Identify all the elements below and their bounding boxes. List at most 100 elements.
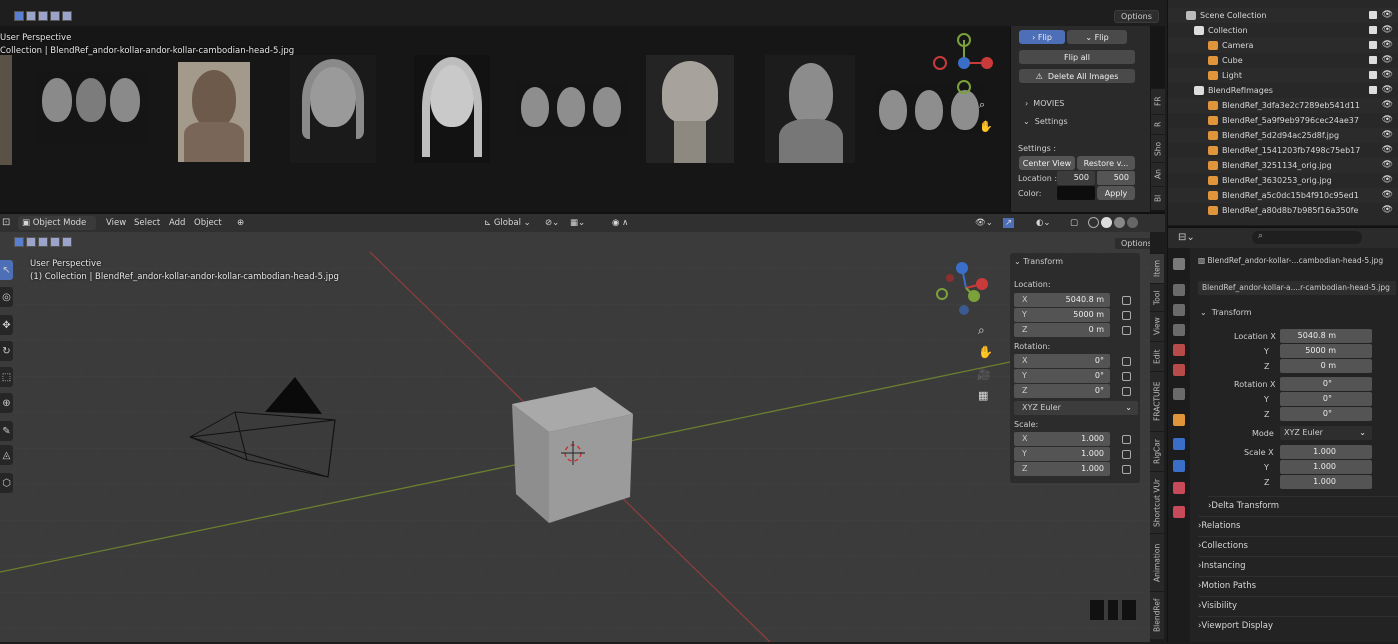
transform-panel-header[interactable]: ⌄ Transform [1014,257,1063,266]
object-name-field[interactable]: BlendRef_andor-kollar-a....r-cambodian-h… [1198,281,1396,295]
select-subtract-icon[interactable] [38,237,48,247]
properties-section[interactable]: › Visibility [1198,596,1398,614]
snap-icon[interactable]: ▦⌄ [570,218,585,228]
3d-viewport[interactable]: User Perspective (1) Collection | BlendR… [0,232,1150,642]
proportional-edit-icon[interactable]: ◉ ∧ [612,218,628,228]
rotation-mode-dropdown[interactable]: XYZ Euler ⌄ [1280,426,1372,440]
select-box-icon[interactable] [14,11,24,21]
gizmo-z-axis[interactable] [958,57,970,69]
restore-view-button[interactable]: Restore v... [1077,156,1135,170]
scale-y-field[interactable]: Y 1.000 [1014,447,1110,461]
menu-select[interactable]: Select [134,218,160,228]
select-invert-icon[interactable] [50,237,60,247]
gizmo-neg-z-axis[interactable] [959,305,969,315]
visibility-eye-icon[interactable]: 👁 [1382,145,1393,155]
pan-hand-icon[interactable]: ✋ [978,345,993,359]
gizmo-neg-x-axis[interactable] [933,56,947,70]
editor-type-icon[interactable]: ⊡ [2,217,10,228]
reference-image[interactable] [290,55,376,163]
select-subtract-icon[interactable] [38,11,48,21]
reference-image[interactable] [646,55,734,163]
lock-icon[interactable] [1122,450,1131,459]
visibility-eye-icon[interactable]: 👁 [1382,100,1393,110]
exclude-checkbox[interactable] [1369,56,1377,64]
gizmo-neg-y-axis[interactable] [957,80,971,94]
collection-tab-icon[interactable] [1173,388,1185,400]
scale-z-field[interactable]: 1.000 [1280,475,1372,489]
flip-vertical-button[interactable]: ⌄ Flip [1067,30,1127,44]
tab-view[interactable]: View [1150,311,1164,341]
flip-button[interactable]: › Flip [1019,30,1065,44]
visibility-eye-icon[interactable]: 👁 [1382,55,1393,65]
location-x-field[interactable]: 5040.8 m [1280,329,1372,343]
movies-section[interactable]: › MOVIES [1025,99,1064,108]
select-invert-icon[interactable] [50,11,60,21]
rotation-mode-dropdown[interactable]: XYZ Euler ⌄ [1014,401,1138,415]
outliner-row[interactable]: BlendRefImages 👁 [1168,83,1398,98]
properties-search-input[interactable]: ⌕ [1252,231,1362,244]
outliner-row[interactable]: Collection 👁 [1168,23,1398,38]
lock-icon[interactable] [1122,465,1131,474]
lock-icon[interactable] [1122,387,1131,396]
visibility-eye-icon[interactable]: 👁 [1382,190,1393,200]
solid-shading-icon[interactable] [1101,217,1112,228]
reference-viewport[interactable]: Options User Perspective Collection | Bl… [0,0,1165,212]
outliner-row[interactable]: BlendRef_5a9f9eb9796cec24ae37 👁 [1168,113,1398,128]
tab-animation[interactable]: Animation [1150,533,1164,591]
outliner-row[interactable]: Scene Collection 👁 [1168,8,1398,23]
outliner-row[interactable]: BlendRef_1541203fb7498c75eb17 👁 [1168,143,1398,158]
reference-image[interactable] [517,83,627,135]
location-x-field[interactable]: 500 [1057,171,1095,185]
location-z-field[interactable]: 0 m [1280,359,1372,373]
tab-bl[interactable]: Bl [1151,186,1165,210]
options-button[interactable]: Options [1114,10,1159,23]
outliner-row[interactable]: BlendRef_a5c0dc15b4f910c95ed1 👁 [1168,188,1398,203]
tab-item[interactable]: Item [1150,253,1164,283]
exclude-checkbox[interactable] [1369,26,1377,34]
navigation-gizmo[interactable] [930,258,1000,318]
outliner-row[interactable]: BlendRef_3630253_orig.jpg 👁 [1168,173,1398,188]
settings-section[interactable]: ⌄ Settings [1023,117,1068,126]
zoom-icon[interactable]: ⌕ [979,98,985,112]
properties-section[interactable]: › Collections [1198,536,1398,554]
visibility-eye-icon[interactable]: 👁 [1382,70,1393,80]
output-tab-icon[interactable] [1173,304,1185,316]
visibility-eye-icon[interactable]: 👁 [1382,205,1393,215]
outliner-row[interactable]: BlendRef_a80d8b7b985f16a350fe 👁 [1168,203,1398,218]
cursor-tool-icon[interactable]: ◎ [0,287,13,307]
object-tab-icon[interactable] [1173,414,1185,426]
visibility-eye-icon[interactable]: 👁 [1382,175,1393,185]
tab-tool[interactable]: Tool [1150,283,1164,311]
location-y-field[interactable]: 500 [1097,171,1135,185]
exclude-checkbox[interactable] [1369,11,1377,19]
lock-icon[interactable] [1122,357,1131,366]
menu-object[interactable]: Object [194,218,222,228]
visibility-icon[interactable]: 👁⌄ [975,218,993,228]
visibility-eye-icon[interactable]: 👁 [1382,85,1393,95]
texture-tab-icon[interactable] [1173,506,1185,518]
reference-image[interactable] [178,62,250,162]
shading-modes[interactable] [1088,217,1138,228]
visibility-eye-icon[interactable]: 👁 [1382,10,1393,20]
wireframe-shading-icon[interactable] [1088,217,1099,228]
outliner-row[interactable]: Cube 👁 [1168,53,1398,68]
scale-y-field[interactable]: 1.000 [1280,460,1372,474]
select-tool-icon[interactable]: ↖ [0,260,13,280]
overlays-icon[interactable]: ◐⌄ [1036,218,1051,228]
rotation-x-field[interactable]: 0° [1280,377,1372,391]
apply-button[interactable]: Apply [1097,186,1135,200]
properties-section[interactable]: › Relations [1198,516,1398,534]
tab-rigcar[interactable]: RigCar [1150,431,1164,471]
pivot-icon[interactable]: ⊘⌄ [545,218,559,228]
move-tool-icon[interactable]: ✥ [0,315,13,335]
add-cube-tool-icon[interactable]: ⬡ [0,473,13,493]
exclude-checkbox[interactable] [1369,86,1377,94]
menu-view[interactable]: View [106,218,126,228]
transform-orientation-dropdown[interactable]: ⊾ Global ⌄ [482,216,538,230]
location-z-field[interactable]: Z0 m [1014,323,1110,337]
gizmo-toggle-icon[interactable]: ↗ [1003,218,1015,228]
lock-icon[interactable] [1122,372,1131,381]
tab-shortcut-vur[interactable]: Shortcut VUr [1150,471,1164,533]
location-y-field[interactable]: Y 5000 m [1014,308,1110,322]
rotation-z-field[interactable]: 0° [1280,407,1372,421]
